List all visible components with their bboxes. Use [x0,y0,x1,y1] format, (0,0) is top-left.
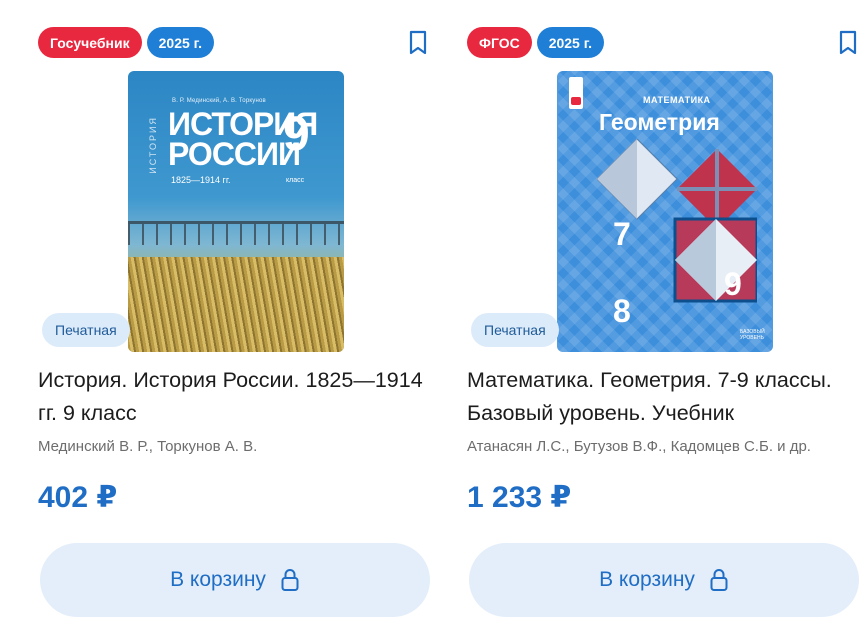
badge-fgos: ФГОС [467,27,532,58]
format-badge: Печатная [42,313,130,347]
add-to-cart-label: В корзину [599,568,695,591]
product-authors: Мединский В. Р., Торкунов А. В. [38,438,258,455]
product-title[interactable]: Математика. Геометрия. 7-9 классы. Базов… [467,364,862,430]
cover-years: 1825—1914 гг. [171,175,231,185]
product-price: 402 ₽ [38,481,118,514]
product-authors: Атанасян Л.С., Бутузов В.Ф., Кадомцев С.… [467,438,811,455]
add-to-cart-label: В корзину [170,568,266,591]
badge-group: ФГОС 2025 г. [467,27,605,58]
cover-grade: 9 [283,108,310,161]
lock-icon [709,567,729,593]
cover-spine-text: ИСТОРИЯ [148,116,158,174]
lock-icon [280,567,300,593]
add-to-cart-button[interactable]: В корзину [469,543,859,617]
add-to-cart-button[interactable]: В корзину [40,543,430,617]
product-title[interactable]: История. История России. 1825—1914 гг. 9… [38,364,433,430]
badge-group: Госучебник 2025 г. [38,27,214,58]
product-price: 1 233 ₽ [467,481,572,514]
bookmark-icon[interactable] [406,29,430,57]
product-card[interactable]: Госучебник 2025 г. В. Р. Мединский, А. В… [38,0,438,623]
book-cover[interactable]: В. Р. Мединский, А. В. Торкунов ИСТОРИЯ … [128,71,344,352]
cover-bridge-illustration [128,221,344,245]
format-badge: Печатная [471,313,559,347]
cover-subject: МАТЕМАТИКА [643,95,711,105]
cover-number-7: 7 [613,216,631,252]
badge-year: 2025 г. [146,27,214,58]
cover-level: БАЗОВЫЙ УРОВЕНЬ [740,329,765,341]
badge-year: 2025 г. [536,27,605,58]
badge-gosuchebnik: Госучебник [38,27,142,58]
bookmark-icon[interactable] [836,29,860,57]
publisher-logo-mark [571,97,581,105]
cover-field-illustration [128,257,344,352]
cover-number-9: 9 [724,266,742,302]
cover-grade-label: класс [286,177,305,184]
product-card[interactable]: ФГОС 2025 г. МАТЕМАТИКА Геометрия 7 8 9 [467,0,867,623]
cover-authors: В. Р. Мединский, А. В. Торкунов [172,98,266,104]
cover-title: Геометрия [599,109,720,135]
book-cover[interactable]: МАТЕМАТИКА Геометрия 7 8 9 БАЗОВЫЙ УРОВЕ… [557,71,773,352]
cover-number-8: 8 [613,293,631,329]
